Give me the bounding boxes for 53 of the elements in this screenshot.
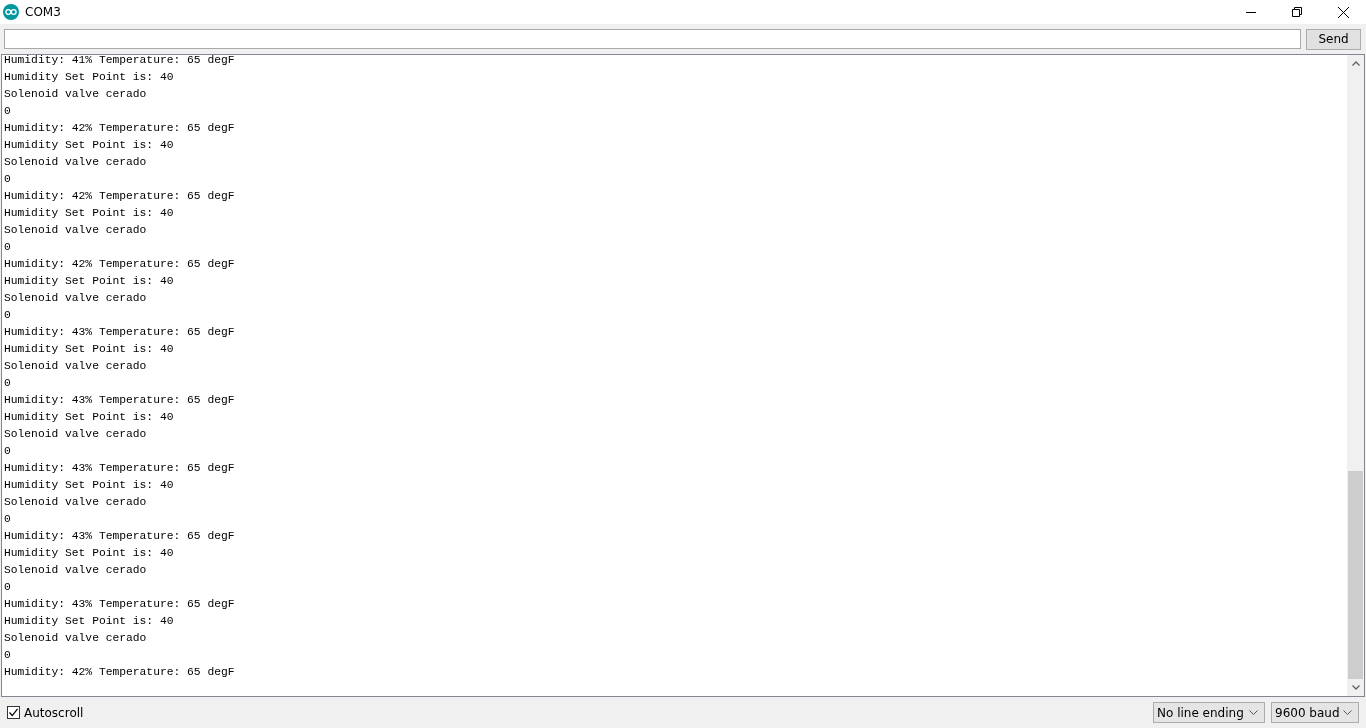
output-line: 0 xyxy=(4,240,12,255)
output-line: 0 xyxy=(4,308,12,323)
baud-rate-dropdown[interactable]: 9600 baud xyxy=(1271,702,1359,723)
output-line: Humidity Set Point is: 40 xyxy=(4,478,175,493)
output-line: Humidity Set Point is: 40 xyxy=(4,206,175,221)
scroll-down-icon xyxy=(1351,685,1360,690)
send-button[interactable]: Send xyxy=(1306,28,1361,50)
output-line: 0 xyxy=(4,104,12,119)
close-icon xyxy=(1337,6,1349,18)
scroll-up-icon xyxy=(1351,61,1360,66)
output-line: Solenoid valve cerado xyxy=(4,427,148,442)
app-logo-icon xyxy=(3,4,19,20)
output-line: 0 xyxy=(4,648,12,663)
output-line: Humidity Set Point is: 40 xyxy=(4,410,175,425)
output-line: Humidity: 42% Temperature: 65 degF xyxy=(4,257,236,272)
output-line: 0 xyxy=(4,580,12,595)
output-line: Humidity: 41% Temperature: 65 degF xyxy=(4,53,236,68)
output-line: Humidity: 43% Temperature: 65 degF xyxy=(4,597,236,612)
output-line: Humidity: 42% Temperature: 65 degF xyxy=(4,189,236,204)
autoscroll-checkbox[interactable] xyxy=(7,706,20,719)
restore-icon xyxy=(1292,7,1302,17)
output-line: Solenoid valve cerado xyxy=(4,291,148,306)
output-line: Humidity Set Point is: 40 xyxy=(4,546,175,561)
output-line: 0 xyxy=(4,172,12,187)
output-line: Humidity: 42% Temperature: 65 degF xyxy=(4,121,236,136)
scrollbar-thumb[interactable] xyxy=(1348,471,1363,679)
output-line: Solenoid valve cerado xyxy=(4,87,148,102)
scrollbar[interactable] xyxy=(1347,55,1364,696)
output-line: Humidity Set Point is: 40 xyxy=(4,138,175,153)
output-line: Humidity Set Point is: 40 xyxy=(4,70,175,85)
output-line: 0 xyxy=(4,376,12,391)
output-line: Humidity Set Point is: 40 xyxy=(4,342,175,357)
caret-icon xyxy=(1249,710,1258,715)
line-ending-dropdown[interactable]: No line ending xyxy=(1153,702,1265,723)
autoscroll-label: Autoscroll xyxy=(24,705,84,720)
output-line: Solenoid valve cerado xyxy=(4,631,148,646)
output-line: Solenoid valve cerado xyxy=(4,359,148,374)
output-line: Humidity Set Point is: 40 xyxy=(4,614,175,629)
output-line: Humidity Set Point is: 40 xyxy=(4,274,175,289)
output-line: Humidity: 43% Temperature: 65 degF xyxy=(4,461,236,476)
message-input-field[interactable] xyxy=(4,29,1301,49)
output-line: 0 xyxy=(4,444,12,459)
window-title: COM3 xyxy=(25,5,62,19)
output-line: Humidity: 43% Temperature: 65 degF xyxy=(4,325,236,340)
output-line: Solenoid valve cerado xyxy=(4,223,148,238)
output-line: Humidity: 43% Temperature: 65 degF xyxy=(4,393,236,408)
output-line: Solenoid valve cerado xyxy=(4,495,148,510)
output-line: Solenoid valve cerado xyxy=(4,155,148,170)
output-line: Humidity: 43% Temperature: 65 degF xyxy=(4,529,236,544)
output-line: Humidity: 42% Temperature: 65 degF xyxy=(4,665,236,680)
output-line: Solenoid valve cerado xyxy=(4,563,148,578)
output-line: 0 xyxy=(4,512,12,527)
caret-icon xyxy=(1343,710,1352,715)
